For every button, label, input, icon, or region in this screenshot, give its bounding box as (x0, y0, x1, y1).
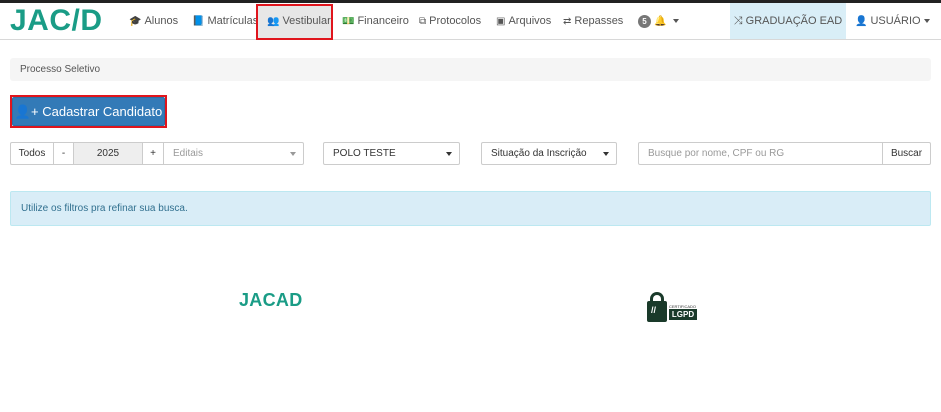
nav-arquivos[interactable]: ▣ Arquivos (496, 3, 551, 39)
lock-icon (647, 301, 667, 322)
nav-matriculas[interactable]: 📘 Matrículas (192, 3, 258, 39)
todos-button[interactable]: Todos (10, 142, 54, 165)
nav-alunos[interactable]: 🎓 Alunos (129, 3, 178, 39)
nav-vestibular-label: Vestibular (282, 15, 331, 27)
nav-alunos-label: Alunos (144, 15, 179, 27)
cadastrar-label: Cadastrar Candidato (42, 104, 163, 119)
nav-financeiro[interactable]: 💵 Financeiro (342, 3, 409, 39)
situacao-value: Situação da Inscrição (491, 148, 587, 159)
user-icon: 👤 (855, 16, 868, 27)
graduacao-ead-selector[interactable]: ⤨ GRADUAÇÃO EAD (730, 3, 846, 39)
breadcrumb: Processo Seletivo (10, 58, 931, 81)
nav-protocolos-label: Protocolos (429, 15, 482, 27)
navbar: JAC/D 🎓 Alunos 📘 Matrículas 👥 Vestibular 💵 F… (0, 3, 941, 40)
nav-notifications[interactable]: 5 🔔 (638, 3, 679, 39)
chevron-down-icon (290, 152, 296, 156)
info-alert: Utilize os filtros pra refinar sua busca… (10, 191, 931, 226)
year-decrement-button[interactable]: - (53, 142, 74, 165)
user-menu[interactable]: 👤 USUÁRIO (855, 3, 930, 39)
graduacao-label: GRADUAÇÃO EAD (745, 15, 843, 27)
cadastrar-candidato-button[interactable]: 👤+ Cadastrar Candidato (12, 97, 165, 126)
situacao-select[interactable]: Situação da Inscrição (481, 142, 617, 165)
shuffle-icon: ⤨ (733, 15, 743, 27)
buscar-button[interactable]: Buscar (882, 142, 931, 165)
chevron-down-icon (446, 152, 452, 156)
chevron-down-icon (672, 19, 679, 24)
polo-select[interactable]: POLO TESTE (323, 142, 460, 165)
book-icon: 📘 (192, 16, 205, 27)
file-icon: ▣ (496, 16, 506, 27)
copy-icon: ⧉ (419, 16, 427, 27)
chevron-down-icon (603, 152, 609, 156)
nav-protocolos[interactable]: ⧉ Protocolos (419, 3, 481, 39)
bell-icon: 🔔 (654, 16, 667, 27)
lgpd-certificate-badge: // CERTIFICADO LGPD (647, 292, 699, 324)
nav-vestibular[interactable]: 👥 Vestibular (267, 3, 331, 39)
jacad-logo[interactable]: JAC/D (10, 4, 103, 38)
editais-select[interactable]: Editais (163, 142, 304, 165)
nav-repasses[interactable]: ⇄ Repasses (563, 3, 623, 39)
year-field[interactable]: 2025 (73, 142, 143, 165)
nav-repasses-label: Repasses (574, 15, 624, 27)
exchange-icon: ⇄ (563, 16, 572, 27)
footer-jacad-logo: JACAD (239, 290, 303, 310)
lgpd-mark: // (651, 305, 657, 315)
notification-count-badge: 5 (638, 14, 651, 28)
editais-placeholder: Editais (173, 148, 204, 159)
user-plus-icon: 👤+ (14, 104, 39, 119)
nav-matriculas-label: Matrículas (207, 15, 259, 27)
polo-value: POLO TESTE (333, 148, 396, 159)
nav-financeiro-label: Financeiro (357, 15, 409, 27)
chevron-down-icon (923, 19, 930, 24)
year-increment-button[interactable]: + (142, 142, 164, 165)
search-input[interactable]: Busque por nome, CPF ou RG (638, 142, 883, 165)
graduation-cap-icon: 🎓 (129, 16, 142, 27)
user-menu-label: USUÁRIO (870, 15, 921, 27)
lgpd-label: LGPD (669, 309, 697, 320)
users-icon: 👥 (267, 16, 280, 27)
money-icon: 💵 (342, 16, 355, 27)
nav-arquivos-label: Arquivos (508, 15, 552, 27)
